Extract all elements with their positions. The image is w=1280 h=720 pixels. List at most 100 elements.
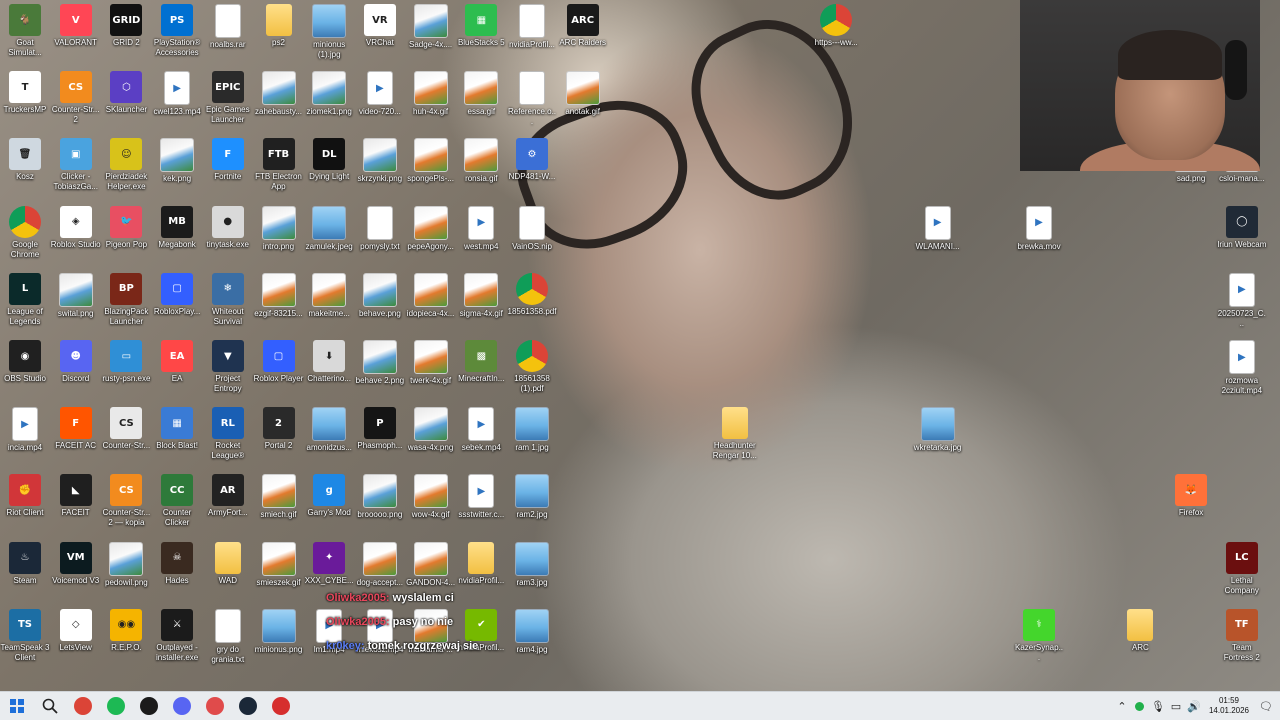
- desktop-icon[interactable]: pepeAgony...: [406, 205, 456, 252]
- desktop-icon[interactable]: F Fortnite: [203, 138, 253, 182]
- desktop-icon[interactable]: dog-accept...: [355, 541, 405, 588]
- desktop-icon[interactable]: ◉◉ R.E.P.O.: [101, 608, 151, 653]
- desktop-icon[interactable]: CS Counter-Str... 2: [51, 71, 101, 125]
- desktop-icon[interactable]: WAD: [203, 541, 253, 586]
- taskbar-app-steam[interactable]: [231, 692, 264, 720]
- desktop-icon[interactable]: 🐐 Goat Simulat...: [0, 4, 50, 58]
- desktop-icon[interactable]: ▶ WLAMANI...: [913, 205, 963, 252]
- desktop-icon[interactable]: twerk-4x.gif: [406, 340, 456, 386]
- desktop-icon[interactable]: EA EA: [152, 340, 202, 384]
- desktop-icon[interactable]: AR ArmyFort...: [203, 474, 253, 518]
- desktop-icon[interactable]: ram2.jpg: [507, 474, 557, 520]
- notifications-icon[interactable]: 🗨: [1258, 698, 1274, 714]
- desktop-icon[interactable]: 2 Portal 2: [254, 407, 304, 451]
- desktop-icon[interactable]: ps2: [254, 4, 304, 48]
- desktop-icon[interactable]: ☺ Pierdziadek Helper.exe: [101, 138, 151, 192]
- desktop-icon[interactable]: EPIC Epic Games Launcher: [203, 71, 253, 125]
- desktop-icon[interactable]: TS TeamSpeak 3 Client: [0, 608, 50, 663]
- desktop-icon[interactable]: ⬇ Chatterino...: [304, 340, 354, 384]
- clock[interactable]: 01:59 14.01.2026: [1209, 696, 1249, 716]
- taskbar-app-valorant[interactable]: [198, 692, 231, 720]
- desktop-icon[interactable]: g Garry's Mod: [304, 474, 354, 518]
- desktop-icon[interactable]: ▶ cwel123.mp4: [152, 71, 202, 117]
- desktop-icon[interactable]: ▶ video-720...: [355, 71, 405, 117]
- desktop-icon[interactable]: ▣ Clicker - TobiaszGa...: [51, 138, 101, 192]
- desktop-icon[interactable]: ♨ Steam: [0, 541, 50, 586]
- desktop-icon[interactable]: DL Dying Light: [304, 138, 354, 182]
- desktop-icon[interactable]: huh-4x.gif: [406, 71, 456, 117]
- desktop-icon[interactable]: ▶ west.mp4: [456, 205, 506, 252]
- desktop-icon[interactable]: 18561358 (1).pdf: [507, 340, 557, 394]
- desktop-icon[interactable]: ▩ MinecraftIn...: [456, 340, 506, 384]
- desktop-icon[interactable]: pomysly.txt: [355, 205, 405, 252]
- desktop-icon[interactable]: BP BlazingPack Launcher: [101, 272, 151, 327]
- desktop-icon[interactable]: P Phasmoph...: [355, 407, 405, 451]
- desktop-icon[interactable]: nvidiaProfil...: [507, 4, 557, 50]
- desktop-icon[interactable]: CC Counter Clicker: [152, 474, 202, 528]
- desktop-icon[interactable]: T TruckersMP: [0, 71, 50, 115]
- desktop-icon[interactable]: sigma-4x.gif: [456, 272, 506, 319]
- desktop-icon[interactable]: ⬡ SKlauncher: [101, 71, 151, 115]
- desktop-icon[interactable]: ◈ Roblox Studio: [51, 205, 101, 250]
- desktop-icon[interactable]: intro.png: [254, 205, 304, 252]
- desktop-icon[interactable]: zahebausty...: [254, 71, 304, 117]
- desktop-icon[interactable]: kek.png: [152, 138, 202, 184]
- desktop-icon[interactable]: makeitme...: [304, 272, 354, 319]
- desktop-icon[interactable]: ◯ Iriun Webcam: [1217, 205, 1267, 250]
- nvidia-tray-icon[interactable]: [1132, 698, 1148, 714]
- desktop-icon[interactable]: ☻ Discord: [51, 340, 101, 384]
- desktop-icon[interactable]: Google Chrome: [0, 205, 50, 260]
- desktop-icon[interactable]: nvidiaProfil...: [456, 541, 506, 586]
- desktop-icon[interactable]: ◉ OBS Studio: [0, 340, 50, 384]
- desktop-icon[interactable]: ▢ RobloxPlay...: [152, 272, 202, 317]
- desktop-icon[interactable]: ▶ sebek.mp4: [456, 407, 506, 453]
- desktop-icon[interactable]: ◣ FACEIT: [51, 474, 101, 518]
- desktop-icon[interactable]: TF Team Fortress 2: [1217, 608, 1267, 663]
- desktop-icon[interactable]: CS Counter-Str...: [101, 407, 151, 451]
- desktop-icon[interactable]: ☠ Hades: [152, 541, 202, 586]
- desktop-icon[interactable]: ram 1.jpg: [507, 407, 557, 453]
- desktop-icon[interactable]: 🐦 Pigeon Pop: [101, 205, 151, 250]
- desktop-icon[interactable]: noalbs.rar: [203, 4, 253, 50]
- desktop-icon[interactable]: smiech.gif: [254, 474, 304, 520]
- desktop-icon[interactable]: swital.png: [51, 272, 101, 319]
- desktop-icon[interactable]: VR VRChat: [355, 4, 405, 48]
- desktop-icon[interactable]: Sadge-4x....: [406, 4, 456, 50]
- desktop-icon[interactable]: ezgif-83215...: [254, 272, 304, 319]
- chevron-up-icon[interactable]: ⌃: [1114, 698, 1130, 714]
- desktop-icon[interactable]: RL Rocket League®: [203, 407, 253, 461]
- desktop-icon[interactable]: wow-4x.gif: [406, 474, 456, 520]
- desktop-icon[interactable]: minionus (1).jpg: [304, 4, 354, 60]
- search-button[interactable]: [33, 692, 66, 720]
- taskbar-app-discord[interactable]: [165, 692, 198, 720]
- desktop-icon[interactable]: F FACEIT AC: [51, 407, 101, 451]
- desktop-icon[interactable]: https---ww...: [811, 4, 861, 48]
- desktop-icon[interactable]: V VALORANT: [51, 4, 101, 48]
- desktop-icon[interactable]: smieszek.gif: [254, 541, 304, 588]
- desktop-icon[interactable]: ▶ rozmowa 2cziult.mp4: [1217, 340, 1267, 396]
- desktop-icon[interactable]: LC Lethal Company: [1217, 541, 1267, 596]
- desktop-icon[interactable]: VM Voicemod V3: [51, 541, 101, 586]
- desktop-icon[interactable]: ✊ Riot Client: [0, 474, 50, 518]
- desktop-icon[interactable]: anotak.gif: [558, 71, 608, 117]
- desktop-icon[interactable]: 🗑 Kosz: [0, 138, 50, 182]
- desktop-icon[interactable]: amonidzus...: [304, 407, 354, 453]
- desktop-icon[interactable]: FTB FTB Electron App: [254, 138, 304, 192]
- desktop-icon[interactable]: ▭ rusty-psn.exe: [101, 340, 151, 384]
- desktop-icon[interactable]: ▦ Block Blast!: [152, 407, 202, 451]
- desktop-icon[interactable]: spongePls-...: [406, 138, 456, 184]
- desktop-icon[interactable]: ◇ LetsView: [51, 608, 101, 653]
- desktop-icon[interactable]: wasa-4x.png: [406, 407, 456, 453]
- desktop-icon[interactable]: ⚙ NDP481-W...: [507, 138, 557, 182]
- desktop-icon[interactable]: L League of Legends: [0, 272, 50, 327]
- taskbar-app-spotify[interactable]: [99, 692, 132, 720]
- taskbar-app-file-explorer[interactable]: [132, 692, 165, 720]
- microphone-icon[interactable]: 🎙: [1150, 698, 1166, 714]
- desktop-icon[interactable]: behave.png: [355, 272, 405, 319]
- desktop-icon[interactable]: 🦊 Firefox: [1166, 474, 1216, 518]
- desktop-icon[interactable]: PS PlayStation® Accessories: [152, 4, 202, 58]
- desktop-icon[interactable]: ● tinytask.exe: [203, 205, 253, 250]
- desktop-icon[interactable]: ▶ incia.mp4: [0, 407, 50, 453]
- volume-icon[interactable]: 🔊: [1186, 698, 1202, 714]
- desktop-icon[interactable]: ⚕ KazerSynap...: [1014, 608, 1064, 663]
